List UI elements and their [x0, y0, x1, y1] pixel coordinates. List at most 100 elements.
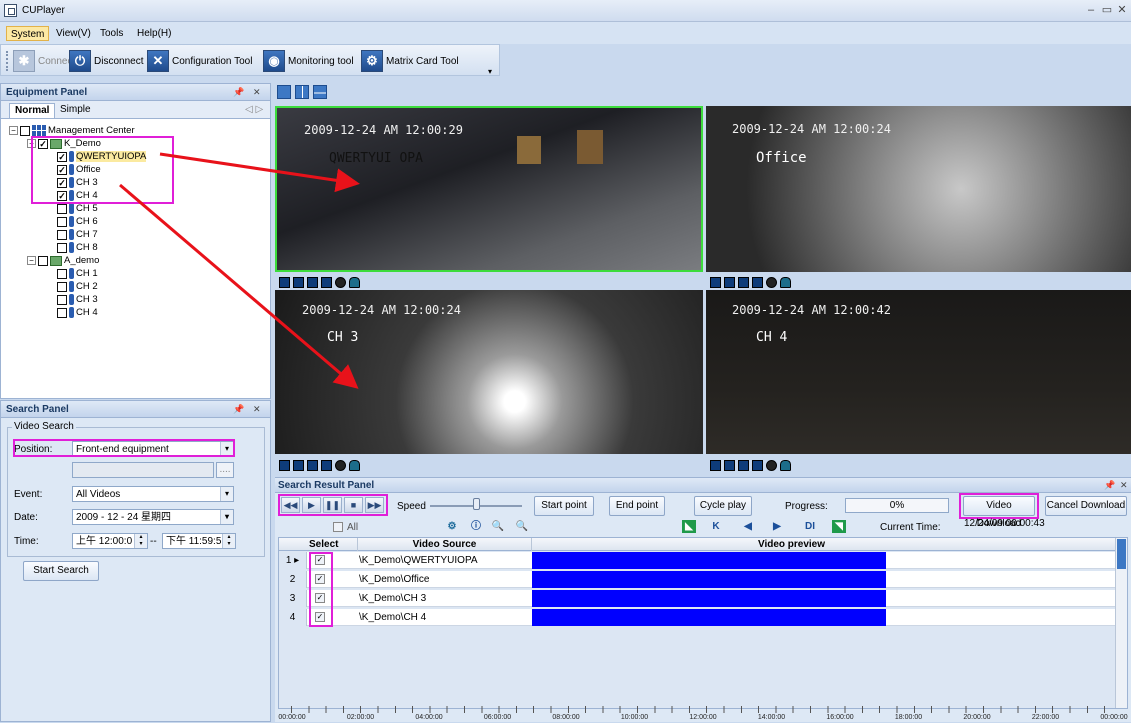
- column-select[interactable]: Select: [309, 539, 338, 550]
- monitoring-tool-button[interactable]: ◉ Monitoring tool: [263, 49, 354, 73]
- tree-channel[interactable]: CH 6: [57, 215, 98, 228]
- collapse-icon[interactable]: −: [9, 126, 18, 135]
- calendar-dropdown-icon[interactable]: ▾: [220, 510, 233, 524]
- table-row[interactable]: 4 ✓ \K_Demo\CH 4: [279, 609, 1115, 626]
- time-from-input[interactable]: 上午 12:00:0 ▴ ▾: [72, 533, 148, 549]
- tree-checkbox[interactable]: [20, 125, 30, 136]
- mic-icon[interactable]: [780, 459, 791, 471]
- minimize-icon[interactable]: –: [1084, 3, 1098, 17]
- tab-simple[interactable]: Simple: [55, 103, 96, 118]
- video-control-icon[interactable]: [738, 276, 749, 288]
- menu-view[interactable]: View(V): [52, 26, 95, 41]
- device-field[interactable]: [72, 462, 214, 478]
- video-control-icon[interactable]: [724, 276, 735, 288]
- time-to-input[interactable]: 下午 11:59:5 ▴ ▾: [162, 533, 236, 549]
- tree-channel[interactable]: CH 2: [57, 280, 98, 293]
- start-search-button[interactable]: Start Search: [23, 561, 99, 581]
- recording-bar[interactable]: [532, 571, 886, 588]
- panel-close-icon[interactable]: ✕: [253, 404, 261, 415]
- video-control-icon[interactable]: [752, 276, 763, 288]
- tree-checkbox[interactable]: [57, 268, 67, 279]
- toolbar-grip[interactable]: [6, 51, 9, 71]
- disconnect-button[interactable]: ⏻ Disconnect: [69, 49, 143, 73]
- mic-icon[interactable]: [780, 276, 791, 288]
- cycle-play-button[interactable]: Cycle play: [694, 496, 752, 516]
- tree-checkbox[interactable]: [57, 216, 67, 227]
- cancel-download-button[interactable]: Cancel Download: [1045, 496, 1127, 516]
- timeline-ruler[interactable]: 00:00:00 02:00:00 04:00:00 06:00:00 08:00:00…: [275, 704, 1131, 723]
- speaker-icon[interactable]: [766, 459, 777, 471]
- video-tile-1[interactable]: 2009-12-24 AM 12:00:29 QWERTYUI OPA: [275, 106, 703, 272]
- recording-bar[interactable]: [532, 609, 886, 626]
- close-icon[interactable]: ✕: [1115, 3, 1129, 17]
- video-control-icon[interactable]: [321, 276, 332, 288]
- event-select[interactable]: All Videos ▾: [72, 486, 234, 502]
- end-point-button[interactable]: End point: [609, 496, 665, 516]
- mic-icon[interactable]: [349, 459, 360, 471]
- speaker-icon[interactable]: [335, 276, 346, 288]
- tree-checkbox[interactable]: [38, 255, 48, 266]
- video-control-icon[interactable]: [724, 459, 735, 471]
- tab-normal[interactable]: Normal: [9, 103, 56, 118]
- video-control-icon[interactable]: [293, 459, 304, 471]
- video-control-icon[interactable]: [293, 276, 304, 288]
- video-tile-4[interactable]: 2009-12-24 AM 12:00:42 CH 4: [706, 290, 1131, 454]
- scrollbar-thumb[interactable]: [1117, 539, 1126, 569]
- video-control-icon[interactable]: [307, 459, 318, 471]
- column-preview[interactable]: Video preview: [531, 538, 1051, 551]
- collapse-icon[interactable]: −: [27, 256, 36, 265]
- panel-close-icon[interactable]: ✕: [253, 87, 261, 98]
- tree-checkbox[interactable]: [57, 203, 67, 214]
- table-row[interactable]: 3 ✓ \K_Demo\CH 3: [279, 590, 1115, 607]
- tree-channel[interactable]: CH 8: [57, 241, 98, 254]
- date-picker[interactable]: 2009 - 12 - 24 星期四 ▾: [72, 509, 234, 525]
- pin-icon[interactable]: 📌: [233, 404, 244, 415]
- video-control-icon[interactable]: [738, 459, 749, 471]
- video-control-icon[interactable]: [710, 276, 721, 288]
- toolbar-overflow-icon[interactable]: ▾: [488, 67, 492, 76]
- previous-icon[interactable]: ◀: [741, 520, 755, 533]
- recording-bar[interactable]: [532, 590, 886, 607]
- table-row[interactable]: 2 ✓ \K_Demo\Office: [279, 571, 1115, 588]
- tree-channel[interactable]: CH 1: [57, 267, 98, 280]
- video-control-icon[interactable]: [710, 459, 721, 471]
- single-view-icon[interactable]: [277, 85, 291, 99]
- tree-channel[interactable]: CH 3: [57, 293, 98, 306]
- connect-button[interactable]: ✱ Connect: [13, 49, 75, 73]
- speaker-icon[interactable]: [335, 459, 346, 471]
- video-control-icon[interactable]: [279, 276, 290, 288]
- menu-tools[interactable]: Tools: [96, 26, 127, 41]
- tree-checkbox[interactable]: [57, 229, 67, 240]
- spinner-icon[interactable]: ▴ ▾: [134, 534, 147, 548]
- last-icon[interactable]: DI: [803, 520, 817, 533]
- mark-end-icon[interactable]: ◥: [832, 520, 846, 533]
- pin-icon[interactable]: 📌: [233, 87, 244, 98]
- video-control-icon[interactable]: [279, 459, 290, 471]
- tab-scroll-icon[interactable]: ◁ ▷: [245, 104, 263, 115]
- video-tile-3[interactable]: 2009-12-24 AM 12:00:24 CH 3: [275, 290, 703, 454]
- next-icon[interactable]: ▶: [770, 520, 784, 533]
- mark-start-icon[interactable]: ◣: [682, 520, 696, 533]
- menu-help[interactable]: Help(H): [133, 26, 175, 41]
- column-source[interactable]: Video Source: [357, 538, 531, 551]
- tree-channel[interactable]: CH 7: [57, 228, 98, 241]
- filter-icon[interactable]: ⚙: [445, 520, 459, 533]
- pin-icon[interactable]: 📌: [1104, 480, 1115, 491]
- info-icon[interactable]: ⓘ: [469, 520, 483, 533]
- tree-group-a-demo[interactable]: − A_demo: [27, 254, 99, 267]
- vertical-scrollbar[interactable]: [1115, 538, 1127, 708]
- start-point-button[interactable]: Start point: [534, 496, 594, 516]
- select-all-checkbox[interactable]: [333, 522, 343, 532]
- zoom-in-icon[interactable]: 🔍: [491, 520, 505, 533]
- video-control-icon[interactable]: [307, 276, 318, 288]
- tree-checkbox[interactable]: [57, 281, 67, 292]
- configuration-tool-button[interactable]: ✕ Configuration Tool: [147, 49, 252, 73]
- video-control-icon[interactable]: [321, 459, 332, 471]
- zoom-out-icon[interactable]: 🔍: [515, 520, 529, 533]
- recording-bar[interactable]: [532, 552, 886, 569]
- quad-view-icon[interactable]: [295, 85, 309, 99]
- speaker-icon[interactable]: [766, 276, 777, 288]
- menu-system[interactable]: System: [6, 26, 50, 41]
- first-icon[interactable]: K: [709, 520, 723, 533]
- multi-view-icon[interactable]: [313, 85, 327, 99]
